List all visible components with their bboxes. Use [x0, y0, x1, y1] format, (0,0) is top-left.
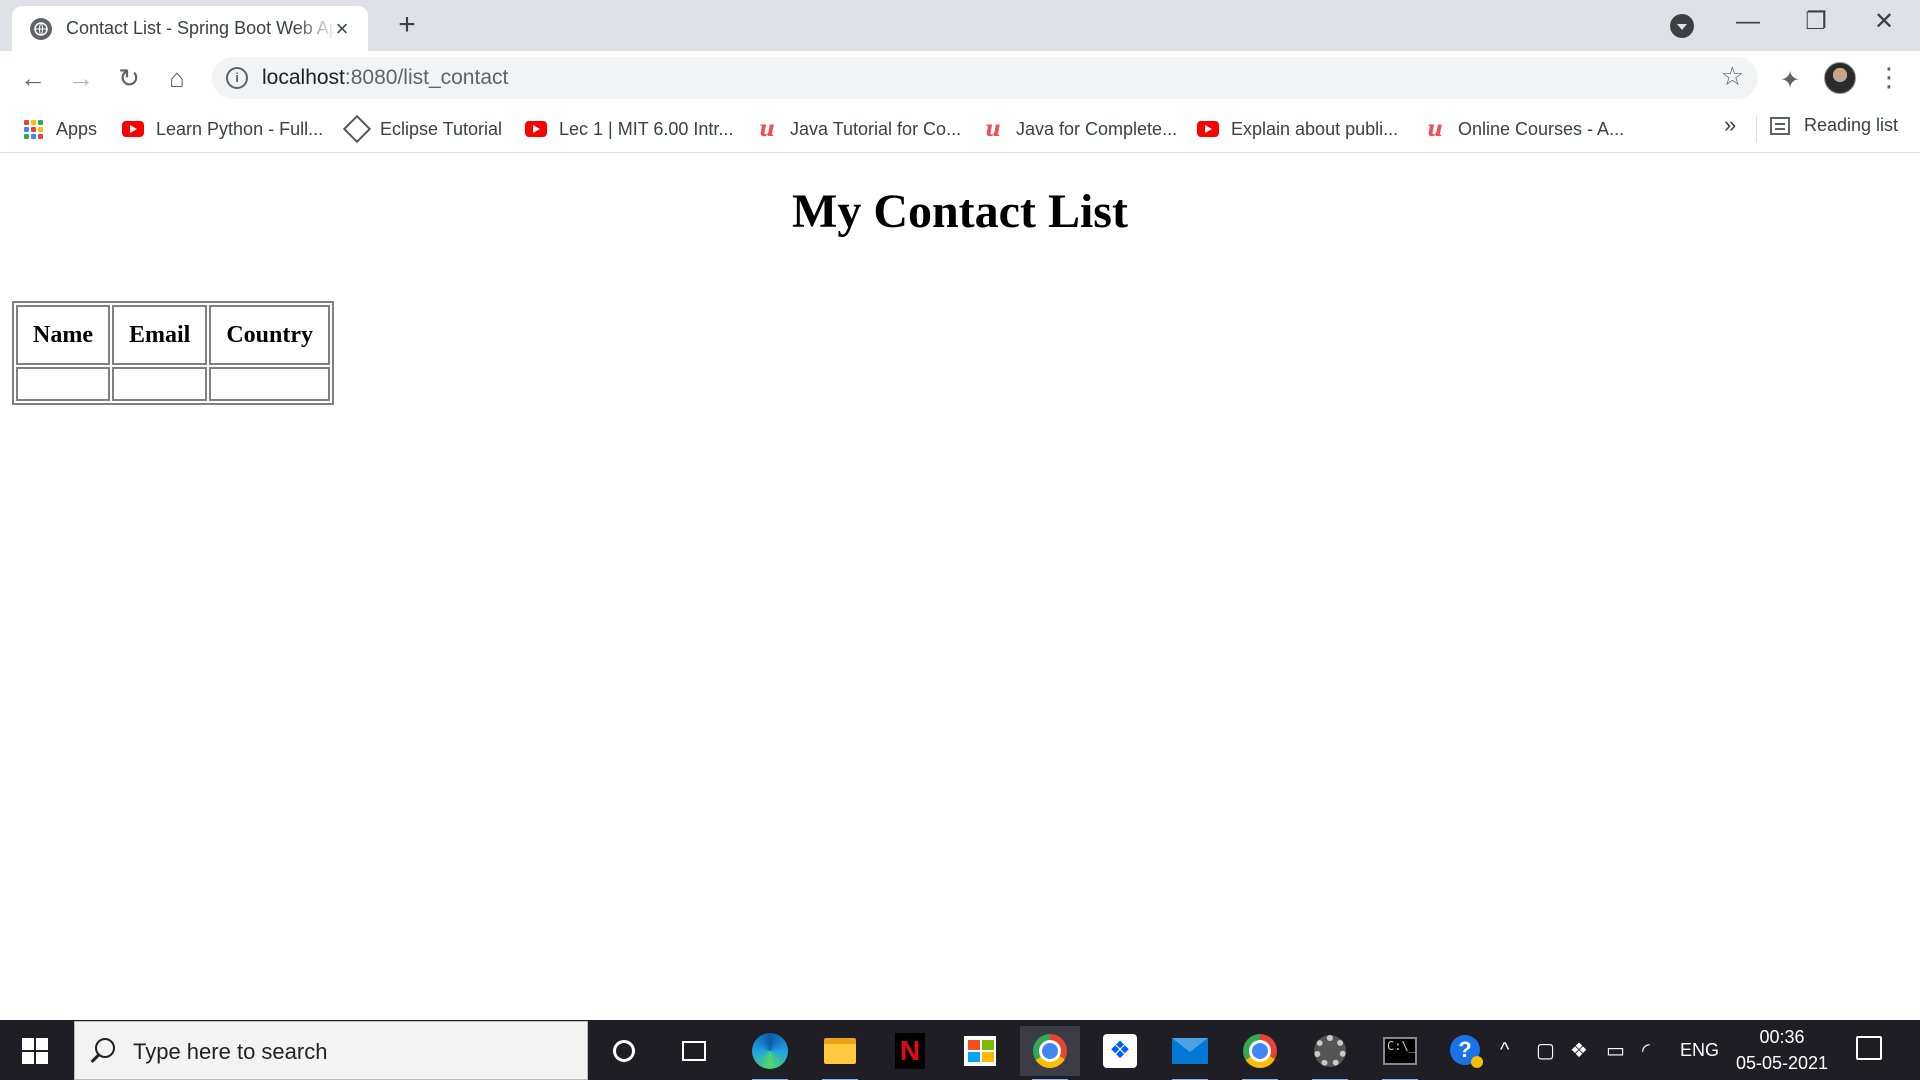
home-button[interactable]: ⌂ [160, 61, 194, 95]
bookmark-explain-public[interactable]: Explain about publi... [1197, 115, 1398, 143]
help-icon[interactable]: ? [1450, 1020, 1483, 1080]
column-header-name: Name [16, 305, 110, 365]
bookmark-java-complete[interactable]: u Java for Complete... [982, 115, 1177, 143]
bookmark-eclipse-tutorial[interactable]: Eclipse Tutorial [342, 114, 503, 144]
udemy-icon: u [1427, 116, 1443, 142]
bookmark-label: Java for Complete... [1016, 118, 1178, 139]
mail-icon[interactable] [1160, 1026, 1220, 1080]
close-tab-icon[interactable]: × [330, 16, 354, 42]
youtube-icon [1197, 118, 1219, 140]
battery-icon[interactable]: ▭ [1606, 1020, 1625, 1080]
bookmark-label: Online Courses - A... [1458, 118, 1625, 139]
bookmark-label: Lec 1 | MIT 6.00 Intr... [559, 118, 734, 139]
address-bar[interactable]: i localhost:8080/list_contact ☆ [212, 57, 1758, 99]
netflix-icon[interactable]: N [880, 1026, 940, 1076]
bookmarks-bar: Apps Learn Python - Full... Eclipse Tuto… [0, 105, 1920, 153]
reading-list-icon [1770, 116, 1790, 135]
search-placeholder: Type here to search [133, 1039, 328, 1064]
table-row [16, 367, 330, 401]
column-header-email: Email [111, 305, 208, 365]
forward-button[interactable]: → [64, 61, 98, 95]
reload-button[interactable]: ↻ [112, 61, 146, 95]
bookmark-label: Learn Python - Full... [156, 118, 324, 139]
terminal-icon[interactable]: C:\_ [1370, 1026, 1430, 1080]
tab-search-icon[interactable] [1670, 14, 1694, 38]
url-host: localhost [262, 66, 345, 89]
minimize-button[interactable]: — [1714, 0, 1782, 44]
language-indicator[interactable]: ENG [1680, 1020, 1719, 1080]
youtube-icon [525, 118, 547, 140]
clock-time: 00:36 [1759, 1027, 1805, 1047]
bookmark-mit-lecture[interactable]: Lec 1 | MIT 6.00 Intr... [525, 115, 733, 143]
clock-date: 05-05-2021 [1735, 1053, 1829, 1073]
reading-list-button[interactable]: Reading list [1770, 115, 1898, 136]
table-cell-name [16, 367, 110, 401]
bookmark-label: Explain about publi... [1231, 118, 1399, 139]
system-clock[interactable]: 00:36 05-05-2021 [1734, 1024, 1830, 1076]
wifi-icon[interactable]: ◜ [1642, 1020, 1650, 1080]
dropbox-tray-icon[interactable]: ❖ [1570, 1020, 1588, 1080]
profile-avatar[interactable] [1824, 62, 1856, 94]
browser-toolbar: ← → ↻ ⌂ i localhost:8080/list_contact ☆ [0, 51, 1920, 105]
apps-grid-icon [22, 118, 44, 140]
tab-title: Contact List - Spring Boot Web Applicati… [66, 18, 336, 38]
back-button[interactable]: ← [16, 61, 50, 95]
windows-start-icon[interactable] [22, 1038, 48, 1064]
bookmark-learn-python[interactable]: Learn Python - Full... [122, 115, 323, 143]
url-path: :8080/list_contact [344, 66, 509, 89]
bookmark-apps[interactable]: Apps [22, 115, 97, 143]
meet-icon[interactable]: ▢ [1536, 1020, 1555, 1080]
url-text[interactable]: localhost:8080/list_contact [262, 66, 508, 90]
udemy-icon: u [985, 116, 1001, 142]
more-bookmarks-button[interactable]: » [1724, 112, 1736, 138]
file-explorer-icon[interactable] [810, 1026, 870, 1080]
bookmarks-divider [1756, 116, 1757, 142]
bookmark-star-icon[interactable]: ☆ [1721, 61, 1744, 92]
close-window-button[interactable]: ✕ [1850, 0, 1918, 44]
extensions-icon[interactable]: ✦ [1780, 66, 1800, 95]
notifications-icon[interactable] [1856, 1036, 1882, 1060]
bookmark-java-tutorial[interactable]: u Java Tutorial for Co... [756, 115, 961, 143]
bookmark-label: Eclipse Tutorial [380, 118, 503, 139]
bookmark-label: Apps [56, 118, 98, 139]
reading-list-label: Reading list [1804, 115, 1899, 135]
cortana-icon[interactable] [594, 1026, 654, 1076]
task-view-icon[interactable] [664, 1026, 724, 1076]
chrome-icon[interactable] [1230, 1026, 1290, 1080]
new-tab-button[interactable]: + [390, 8, 424, 42]
youtube-icon [122, 118, 144, 140]
page-title: My Contact List [792, 185, 1128, 238]
globe-icon [30, 17, 52, 40]
settings-gear-icon[interactable] [1300, 1026, 1360, 1080]
active-tab[interactable]: Contact List - Spring Boot Web Applicati… [12, 6, 368, 51]
chrome-icon-active[interactable] [1020, 1026, 1080, 1080]
restore-button[interactable]: ❐ [1782, 0, 1850, 44]
tray-chevron-icon[interactable]: ^ [1500, 1020, 1509, 1080]
column-header-country: Country [209, 305, 330, 365]
store-icon[interactable] [950, 1026, 1010, 1076]
table-cell-country [209, 367, 330, 401]
edge-icon[interactable] [740, 1026, 800, 1080]
bookmark-online-courses[interactable]: u Online Courses - A... [1424, 115, 1624, 143]
tab-strip: Contact List - Spring Boot Web Applicati… [0, 0, 1920, 51]
site-info-icon[interactable]: i [226, 67, 248, 89]
dropbox-icon[interactable]: ❖ [1090, 1026, 1150, 1076]
table-cell-email [111, 367, 208, 401]
page-content: My Contact List Name Email Country [0, 154, 1920, 1020]
bookmark-label: Java Tutorial for Co... [790, 118, 962, 139]
eclipse-icon [342, 114, 372, 144]
udemy-icon: u [759, 116, 775, 142]
table-header-row: Name Email Country [16, 305, 330, 365]
browser-menu-icon[interactable]: ⋮ [1876, 62, 1902, 93]
taskbar-search-box[interactable]: Type here to search [74, 1021, 588, 1080]
search-icon [95, 1038, 115, 1058]
taskbar: Type here to search N ❖ C:\_ [0, 1020, 1920, 1080]
contact-table: Name Email Country [12, 301, 334, 405]
